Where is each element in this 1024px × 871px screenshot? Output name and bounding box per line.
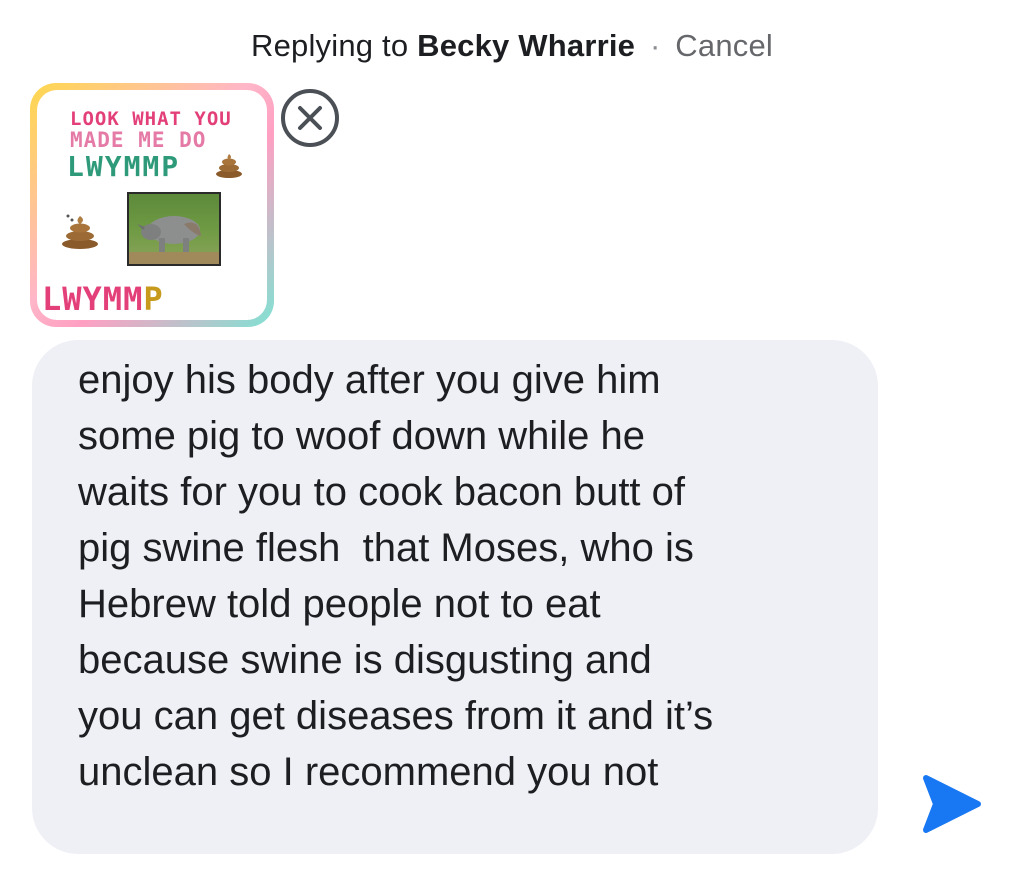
sticker-text-line2: MADE ME DO bbox=[70, 128, 207, 152]
cancel-reply-link[interactable]: Cancel bbox=[675, 28, 773, 63]
poop-emoji-icon bbox=[216, 154, 242, 178]
reply-header: Replying to Becky Wharrie · Cancel bbox=[0, 28, 1024, 64]
clipped-line-fragment bbox=[32, 340, 878, 344]
reply-prefix: Replying to bbox=[251, 28, 409, 63]
sticker-text-line1: LOOK WHAT YOU bbox=[70, 108, 232, 130]
send-arrow-icon[interactable] bbox=[918, 772, 984, 836]
clipped-text-fragment bbox=[290, 0, 930, 8]
rhino-photo bbox=[127, 192, 221, 266]
sticker-text-line4-part2: P bbox=[143, 280, 164, 318]
close-circle-icon[interactable] bbox=[280, 88, 340, 148]
poop-emoji-icon bbox=[62, 214, 98, 249]
sticker-attachment[interactable]: LOOK WHAT YOU MADE ME DO LWYMMP LWYMMP bbox=[30, 83, 274, 327]
message-input-text[interactable]: enjoy his body after you give him some p… bbox=[78, 352, 858, 800]
sticker-text-line4: LWYMMP bbox=[42, 280, 164, 318]
sticker-text-line4-part1: LWYMM bbox=[42, 280, 144, 318]
sticker-text-line3: LWYMMP bbox=[67, 150, 181, 183]
separator-dot: · bbox=[649, 28, 661, 63]
message-composer[interactable]: enjoy his body after you give him some p… bbox=[32, 340, 878, 854]
reply-recipient: Becky Wharrie bbox=[417, 28, 636, 63]
sticker-image: LOOK WHAT YOU MADE ME DO LWYMMP LWYMMP bbox=[37, 90, 267, 320]
